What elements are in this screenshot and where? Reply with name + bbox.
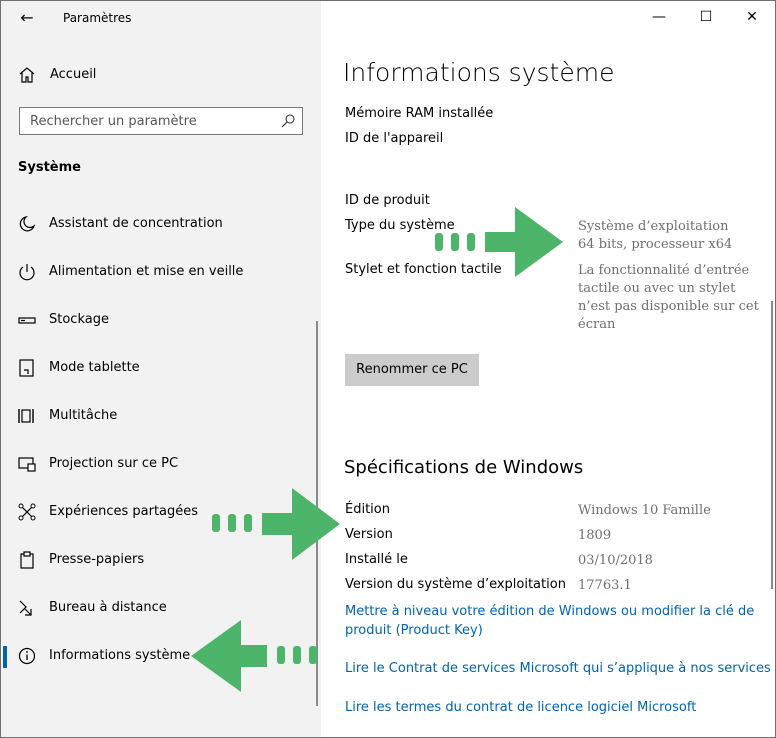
sidebar-item-label: Presse-papiers xyxy=(49,552,145,567)
system-type-value-line: 64 bits, processeur x64 xyxy=(578,237,733,252)
sidebar-item-power-sleep[interactable]: Alimentation et mise en veille xyxy=(1,252,319,292)
annotation-arrow-right-icon xyxy=(435,207,563,277)
device-id-label: ID de l'appareil xyxy=(345,131,444,146)
rename-pc-button[interactable]: Renommer ce PC xyxy=(345,354,479,386)
sidebar-item-label: Informations système xyxy=(49,648,191,663)
upgrade-link-line: Mettre à niveau votre édition de Windows… xyxy=(345,604,755,619)
section-title: Système xyxy=(18,160,81,175)
sidebar-item-storage[interactable]: Stockage xyxy=(1,300,319,340)
sidebar-item-label: Projection sur ce PC xyxy=(49,456,179,471)
sidebar-item-label: Alimentation et mise en veille xyxy=(49,264,244,279)
sidebar-item-tablet-mode[interactable]: Mode tablette xyxy=(1,348,319,388)
sidebar-item-label: Stockage xyxy=(49,312,109,327)
sidebar-item-home[interactable]: Accueil xyxy=(1,63,321,89)
sidebar-item-projection[interactable]: Projection sur ce PC xyxy=(1,444,319,484)
app-title: Paramètres xyxy=(63,11,132,25)
pen-touch-value-line: La fonctionnalité d’entrée xyxy=(578,263,750,278)
info-icon xyxy=(18,647,36,665)
sidebar-item-label: Assistant de concentration xyxy=(49,216,223,231)
sidebar-item-focus-assist[interactable]: Assistant de concentration xyxy=(1,204,319,244)
shared-experiences-icon xyxy=(18,503,36,521)
os-version-label: Version du système d’exploitation xyxy=(345,577,566,592)
back-button[interactable]: ← xyxy=(15,7,39,29)
installed-label: Installé le xyxy=(345,552,408,567)
storage-icon xyxy=(18,317,36,324)
power-icon xyxy=(19,264,35,281)
minimize-button[interactable]: — xyxy=(644,5,674,29)
settings-window: ← Paramètres Accueil Rechercher un param… xyxy=(0,0,776,738)
version-value: 1809 xyxy=(578,528,612,543)
installed-value: 03/10/2018 xyxy=(578,553,653,568)
upgrade-edition-link[interactable]: Mettre à niveau votre édition de Windows… xyxy=(345,602,755,640)
sidebar-item-label: Mode tablette xyxy=(49,360,140,375)
pen-touch-value: La fonctionnalité d’entrée tactile ou av… xyxy=(578,262,763,334)
multitask-icon xyxy=(18,409,34,423)
search-input[interactable]: Rechercher un paramètre xyxy=(19,107,303,135)
moon-icon xyxy=(19,215,36,232)
windows-specs-heading: Spécifications de Windows xyxy=(344,457,584,478)
home-label: Accueil xyxy=(50,67,97,82)
remote-desktop-icon xyxy=(19,600,32,616)
sidebar-item-label: Bureau à distance xyxy=(49,600,167,615)
annotation-arrow-right-icon xyxy=(212,488,340,560)
search-icon xyxy=(281,114,295,128)
services-agreement-link[interactable]: Lire le Contrat de services Microsoft qu… xyxy=(345,659,775,678)
search-placeholder: Rechercher un paramètre xyxy=(30,114,197,129)
sidebar-item-multitasking[interactable]: Multitâche xyxy=(1,396,319,436)
system-type-value-line: Système d’exploitation xyxy=(578,219,729,234)
clipboard-icon xyxy=(20,551,34,569)
ram-label: Mémoire RAM installée xyxy=(345,106,494,121)
main-scrollbar[interactable] xyxy=(771,301,773,589)
pen-touch-value-line: tactile ou avec un stylet xyxy=(578,281,736,296)
upgrade-link-line: produit (Product Key) xyxy=(345,623,483,638)
sidebar-item-label: Expériences partagées xyxy=(49,504,199,519)
projection-icon xyxy=(18,457,36,472)
tablet-mode-icon xyxy=(19,359,34,377)
license-terms-link[interactable]: Lire les termes du contrat de licence lo… xyxy=(345,698,755,717)
os-version-value: 17763.1 xyxy=(578,578,632,593)
system-type-value: Système d’exploitation 64 bits, processe… xyxy=(578,218,763,254)
home-icon xyxy=(19,67,35,83)
edition-label: Édition xyxy=(345,502,390,517)
main-content: — ☐ ✕ Informations système Mémoire RAM i… xyxy=(321,1,775,737)
pen-touch-value-line: n’est pas disponible sur cet xyxy=(578,299,759,314)
close-button[interactable]: ✕ xyxy=(737,5,767,29)
pen-touch-value-line: écran xyxy=(578,317,616,332)
maximize-button[interactable]: ☐ xyxy=(691,5,721,29)
page-title: Informations système xyxy=(343,58,615,87)
annotation-arrow-left-icon xyxy=(191,620,317,692)
product-id-label: ID de produit xyxy=(345,193,430,208)
sidebar-item-label: Multitâche xyxy=(49,408,118,423)
edition-value: Windows 10 Famille xyxy=(578,503,711,518)
version-label: Version xyxy=(345,527,393,542)
